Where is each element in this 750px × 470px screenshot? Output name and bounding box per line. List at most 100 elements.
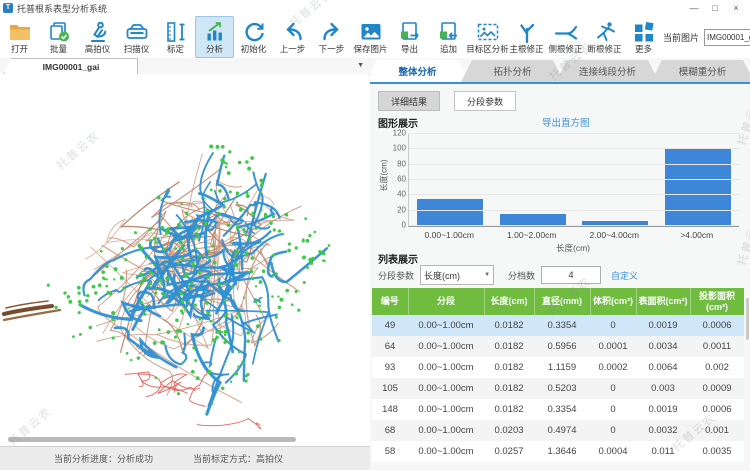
table-cell: 0.00~1.00cm bbox=[408, 399, 484, 420]
table-cell: 0 bbox=[590, 420, 636, 441]
current-image-dropdown[interactable]: IMG00001_gai ▼ bbox=[704, 29, 750, 46]
toolbar-button-doc-camera[interactable]: 高拍仪 bbox=[78, 16, 117, 58]
table-row[interactable]: 1050.00~1.00cm0.01820.520300.0030.0009 bbox=[372, 378, 744, 399]
y-tick-label: 100 bbox=[393, 144, 406, 153]
current-image-value: IMG00001_gai bbox=[707, 33, 750, 42]
x-tick-label: 1.00~2.00cm bbox=[491, 230, 574, 240]
open-folder-icon bbox=[8, 20, 32, 44]
bin-count-input[interactable] bbox=[541, 266, 601, 284]
broken-root-fix-icon bbox=[593, 20, 617, 44]
table-cell: 0.0011 bbox=[690, 336, 744, 357]
y-tick-label: 0 bbox=[402, 221, 406, 230]
table-cell: 0 bbox=[590, 399, 636, 420]
column-header: 分段 bbox=[408, 288, 484, 315]
toolbar-button-reset-refresh[interactable]: 初始化 bbox=[234, 16, 273, 58]
close-button[interactable]: × bbox=[730, 3, 742, 13]
toolbar-button-label: 扫描仪 bbox=[124, 45, 150, 54]
y-tick-label: 120 bbox=[393, 129, 406, 138]
customize-link[interactable]: 自定义 bbox=[611, 269, 638, 282]
table-row[interactable]: 580.00~1.00cm0.02571.36460.00040.0110.00… bbox=[372, 441, 744, 462]
segment-param-select[interactable]: 长度(cm) ▼ bbox=[420, 265, 494, 285]
tab-analysis-2[interactable]: 拓扑分析 bbox=[461, 60, 564, 82]
table-cell: 0.00~1.00cm bbox=[408, 441, 484, 462]
root-image-canvas[interactable] bbox=[0, 74, 369, 446]
toolbar-button-save-image[interactable]: 保存图片 bbox=[351, 16, 390, 58]
column-header: 长度(cm) bbox=[484, 288, 534, 315]
table-cell: 0.00~1.00cm bbox=[408, 420, 484, 441]
tab-analysis-1[interactable]: 整体分析 bbox=[366, 60, 469, 82]
table-row[interactable]: 640.00~1.00cm0.01820.59560.00010.00340.0… bbox=[372, 336, 744, 357]
toolbar-button-scanner[interactable]: 扫描仪 bbox=[117, 16, 156, 58]
export-histogram-link[interactable]: 导出直方图 bbox=[542, 115, 590, 129]
toolbar-button-redo-arrow[interactable]: 下一步 bbox=[312, 16, 351, 58]
toolbar-button-label: 导出 bbox=[401, 45, 418, 54]
app-logo-icon: T bbox=[3, 3, 13, 13]
bar-slot bbox=[409, 199, 492, 226]
table-cell: 0.0182 bbox=[484, 378, 534, 399]
x-tick-label: 2.00~4.00cm bbox=[573, 230, 656, 240]
toolbar-button-label: 目标区分析 bbox=[466, 45, 509, 54]
title-bar: T 托普根系表型分析系统 — □ × bbox=[0, 0, 750, 16]
root-system-image bbox=[0, 74, 369, 446]
table-cell: 0.0002 bbox=[590, 357, 636, 378]
toolbar-button-region-analysis[interactable]: 目标区分析 bbox=[468, 16, 507, 58]
tab-list-chevron-icon[interactable]: ▼ bbox=[357, 62, 364, 69]
toolbar-button-broken-root-fix[interactable]: 断根修正 bbox=[585, 16, 624, 58]
tab-analysis-4[interactable]: 模糊重分析 bbox=[651, 60, 750, 82]
toolbar-button-append-doc[interactable]: 追加 bbox=[429, 16, 468, 58]
detail-result-button[interactable]: 详细结果 bbox=[378, 91, 440, 111]
current-image-label: 当前图片 bbox=[663, 31, 699, 44]
segment-result-table: 编号分段长度(cm)直径(mm)体积(cm³)表面积(cm²)投影面积(cm²)… bbox=[372, 288, 745, 462]
table-cell: 0.0064 bbox=[636, 357, 690, 378]
horizontal-scrollbar[interactable] bbox=[8, 437, 296, 442]
table-cell: 0.001 bbox=[690, 420, 744, 441]
table-cell: 0.0001 bbox=[590, 336, 636, 357]
table-header-row: 编号分段长度(cm)直径(mm)体积(cm³)表面积(cm²)投影面积(cm²) bbox=[372, 288, 744, 315]
table-cell: 0 bbox=[590, 378, 636, 399]
table-cell: 0.4974 bbox=[534, 420, 590, 441]
toolbar-button-batch-docs[interactable]: 批量 bbox=[39, 16, 78, 58]
segment-param-button[interactable]: 分段参数 bbox=[454, 91, 516, 111]
table-row[interactable]: 930.00~1.00cm0.01821.11590.00020.00640.0… bbox=[372, 357, 744, 378]
toolbar-button-calibrate-ruler[interactable]: 标定 bbox=[156, 16, 195, 58]
table-cell: 0.0182 bbox=[484, 399, 534, 420]
gridline: 40 bbox=[409, 194, 739, 195]
save-image-icon bbox=[359, 20, 383, 44]
y-tick-label: 20 bbox=[397, 205, 406, 214]
table-cell: 0.0019 bbox=[636, 315, 690, 336]
toolbar-button-open-folder[interactable]: 打开 bbox=[0, 16, 39, 58]
app-window: { "window": { "title": "托普根系表型分析系统", "co… bbox=[0, 0, 750, 469]
redo-arrow-icon bbox=[320, 20, 344, 44]
table-cell: 105 bbox=[372, 378, 408, 399]
table-row[interactable]: 680.00~1.00cm0.02030.497400.00320.001 bbox=[372, 420, 744, 441]
toolbar-button-analyze-chart[interactable]: 分析 bbox=[195, 16, 234, 58]
minimize-button[interactable]: — bbox=[688, 3, 700, 13]
toolbar-button-export-doc[interactable]: 导出 bbox=[390, 16, 429, 58]
table-row[interactable]: 490.00~1.00cm0.01820.335400.00190.0006 bbox=[372, 315, 744, 336]
toolbar-button-more-grid[interactable]: 更多 bbox=[624, 16, 663, 58]
table-cell: 0.0203 bbox=[484, 420, 534, 441]
list-section-label: 列表展示 bbox=[378, 251, 418, 266]
image-tab[interactable]: IMG00001_gai bbox=[4, 58, 138, 74]
main-toolbar: 打开批量高拍仪扫描仪标定分析 初始化上一步下一步保存图片导出 追加目标区分析主根修正… bbox=[0, 16, 750, 59]
toolbar-button-undo-arrow[interactable]: 上一步 bbox=[273, 16, 312, 58]
toolbar-button-label: 分析 bbox=[206, 45, 223, 54]
length-histogram: 长度(cm) 020406080100120 0.00~1.00cm1.00~2… bbox=[378, 130, 742, 252]
maximize-button[interactable]: □ bbox=[709, 3, 721, 13]
column-header: 体积(cm³) bbox=[590, 288, 636, 315]
batch-docs-icon bbox=[47, 20, 71, 44]
x-tick-label: >4.00cm bbox=[656, 230, 739, 240]
toolbar-button-label: 下一步 bbox=[319, 45, 345, 54]
column-header: 表面积(cm²) bbox=[636, 288, 690, 315]
toolbar-button-lateral-root-fix[interactable]: 侧根修正 bbox=[546, 16, 585, 58]
table-cell: 0.0182 bbox=[484, 315, 534, 336]
analyze-chart-icon bbox=[203, 20, 227, 44]
tab-analysis-3[interactable]: 连接线段分析 bbox=[556, 60, 659, 82]
toolbar-button-main-root-fix[interactable]: 主根修正 bbox=[507, 16, 546, 58]
vertical-scrollbar[interactable] bbox=[746, 298, 749, 340]
table-row[interactable]: 1480.00~1.00cm0.01820.335400.00190.0006 bbox=[372, 399, 744, 420]
table-cell: 93 bbox=[372, 357, 408, 378]
calibrate-ruler-icon bbox=[164, 20, 188, 44]
bar-0.00~1.00cm bbox=[417, 199, 483, 226]
table-cell: 0.00~1.00cm bbox=[408, 336, 484, 357]
